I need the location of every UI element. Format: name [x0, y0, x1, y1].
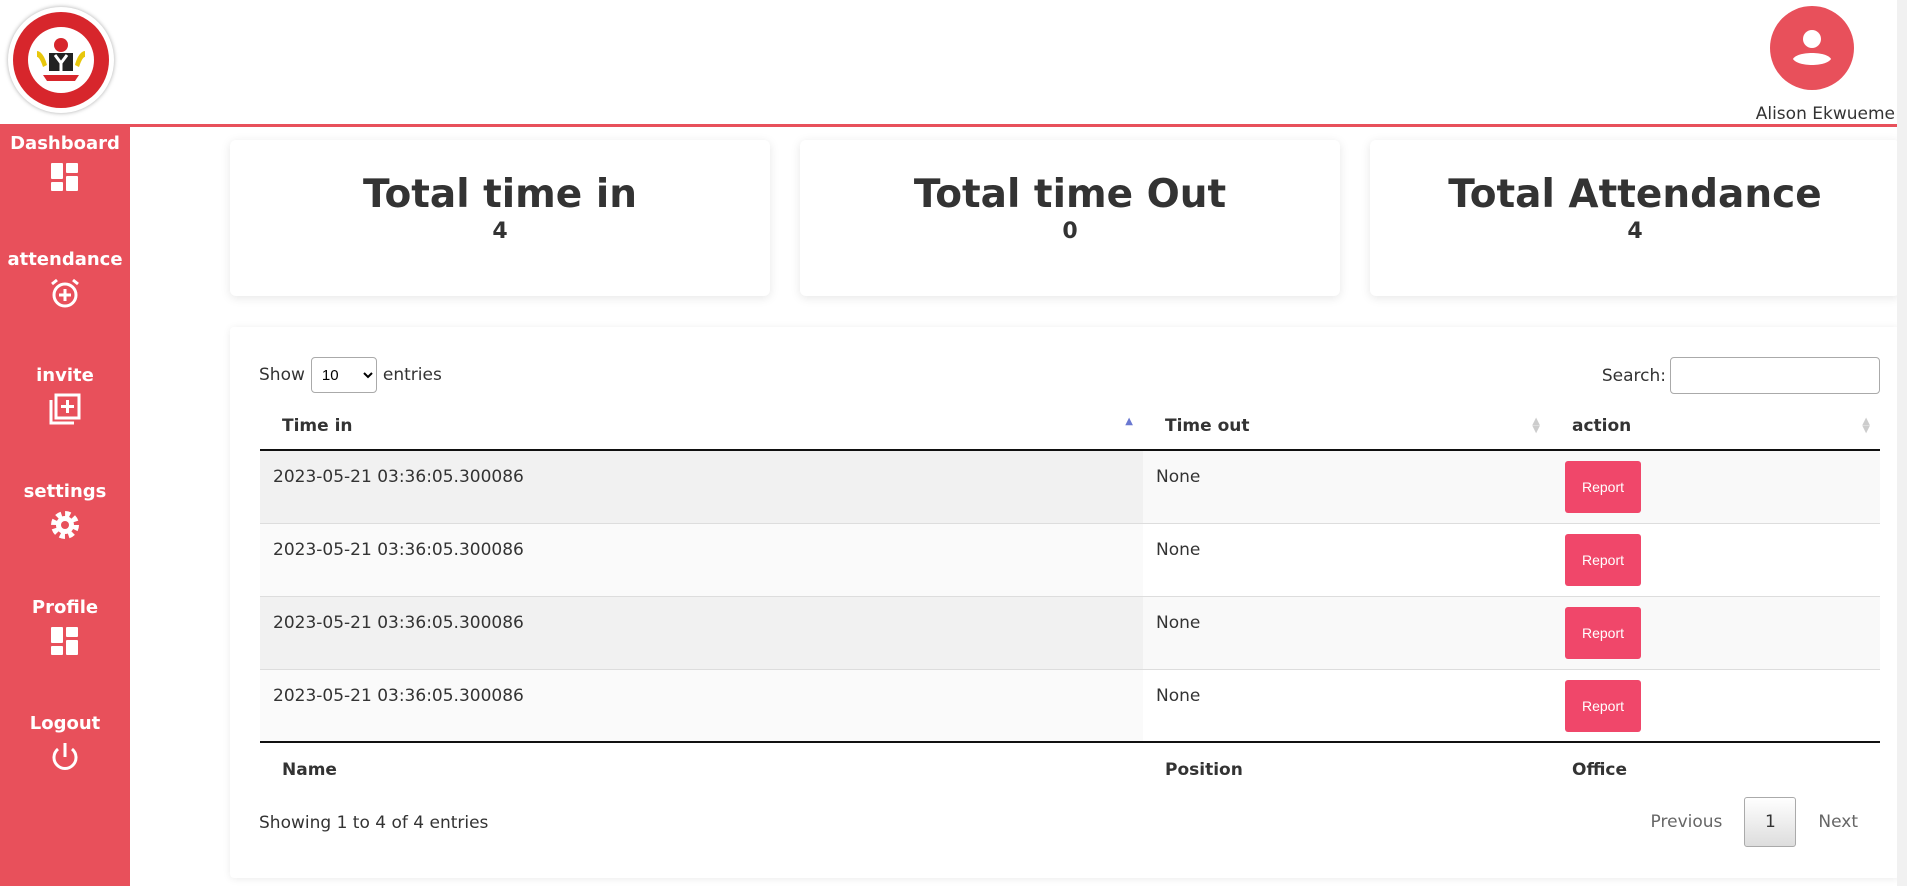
stat-title: Total time Out: [913, 172, 1227, 217]
page-length-select[interactable]: 10: [310, 357, 377, 393]
user-menu[interactable]: Alison Ekwueme: [1727, 6, 1897, 124]
power-icon: [52, 743, 78, 770]
sort-icon: ▲ ▼: [1862, 416, 1870, 435]
sidebar-item-label: Dashboard: [10, 133, 120, 154]
time-in-cell: 2023-05-21 03:36:05.300086: [260, 595, 1143, 669]
user-name: Alison Ekwueme: [1755, 104, 1895, 124]
itf-logo: [8, 7, 114, 113]
stat-value: 0: [1062, 219, 1078, 244]
stat-card-time-in: Total time in 4: [230, 140, 770, 296]
stat-card-time-out: Total time Out 0: [800, 140, 1340, 296]
sort-icon: ▲ ▼: [1532, 416, 1540, 435]
alarm-plus-icon: [51, 278, 79, 308]
column-header-time-out[interactable]: Time out ▲ ▼: [1143, 402, 1550, 451]
stat-card-attendance: Total Attendance 4: [1370, 140, 1900, 296]
stat-title: Total Attendance: [1448, 172, 1822, 217]
time-in-cell: 2023-05-21 03:36:05.300086: [260, 450, 1143, 523]
time-in-cell: 2023-05-21 03:36:05.300086: [260, 522, 1143, 596]
table-info: Showing 1 to 4 of 4 entries: [259, 813, 489, 833]
dashboard-grid-icon: [51, 163, 78, 191]
time-out-cell: None: [1143, 595, 1550, 669]
report-button[interactable]: Report: [1565, 461, 1641, 513]
sidebar-item-settings[interactable]: settings: [0, 475, 130, 591]
attendance-table: Time in ▲ Time out ▲ ▼ action ▲ ▼ 2023-05-21 …: [260, 402, 1880, 796]
previous-button[interactable]: Previous: [1629, 812, 1745, 832]
next-button[interactable]: Next: [1796, 812, 1880, 832]
search-control: Search:: [1602, 357, 1880, 394]
footer-header-office: Office: [1550, 741, 1880, 796]
time-out-cell: None: [1143, 522, 1550, 596]
pagination: Previous 1 Next: [1629, 797, 1880, 847]
dashboard-grid-icon: [51, 627, 78, 655]
stat-value: 4: [492, 219, 508, 244]
column-header-time-in[interactable]: Time in ▲: [260, 402, 1143, 451]
stat-title: Total time in: [363, 172, 637, 217]
page-1-button[interactable]: 1: [1744, 797, 1797, 847]
gear-icon: [51, 511, 79, 539]
footer-header-position: Position: [1143, 741, 1550, 796]
sidebar-item-label: invite: [36, 365, 94, 386]
entries-label: entries: [382, 365, 442, 385]
report-button[interactable]: Report: [1565, 533, 1641, 586]
sidebar-item-label: attendance: [7, 249, 123, 270]
search-input[interactable]: [1670, 357, 1880, 394]
sidebar-item-label: Profile: [31, 597, 99, 618]
sidebar-item-invite[interactable]: invite: [0, 359, 130, 475]
time-in-cell: 2023-05-21 03:36:05.300086: [260, 668, 1143, 742]
page-scrollbar[interactable]: [1897, 0, 1907, 886]
time-out-cell: None: [1156, 467, 1201, 487]
add-box-icon: [49, 393, 81, 425]
report-button[interactable]: Report: [1565, 679, 1641, 732]
table-row: 2023-05-21 03:36:05.300086 None Report: [260, 450, 1880, 523]
footer-header-name: Name: [260, 741, 1143, 796]
sidebar: Dashboard attendance invite settings Pro…: [0, 127, 130, 886]
sort-asc-icon: ▲: [1125, 416, 1133, 427]
sidebar-item-dashboard[interactable]: Dashboard: [0, 127, 130, 243]
search-label: Search:: [1601, 365, 1666, 386]
time-out-cell: None: [1143, 668, 1550, 742]
sidebar-item-label: settings: [23, 481, 107, 502]
top-header: Alison Ekwueme: [0, 0, 1897, 127]
user-avatar-icon[interactable]: [1770, 6, 1854, 90]
report-button[interactable]: Report: [1565, 606, 1641, 659]
page-length-control: Show 10 entries: [259, 357, 442, 393]
stat-value: 4: [1627, 219, 1643, 244]
sidebar-item-attendance[interactable]: attendance: [0, 243, 130, 359]
table-row: 2023-05-21 03:36:05.300086 None Report: [260, 522, 1880, 596]
sidebar-item-label: Logout: [29, 713, 101, 734]
show-label: Show: [259, 365, 305, 385]
sidebar-item-logout[interactable]: Logout: [0, 707, 130, 823]
table-row: 2023-05-21 03:36:05.300086 None Report: [260, 595, 1880, 669]
column-header-action[interactable]: action ▲ ▼: [1550, 402, 1880, 451]
sidebar-item-profile[interactable]: Profile: [0, 591, 130, 707]
attendance-table-card: Show 10 entries Search: Time in ▲ Time ou…: [230, 327, 1900, 878]
table-row: 2023-05-21 03:36:05.300086 None Report: [260, 668, 1880, 742]
